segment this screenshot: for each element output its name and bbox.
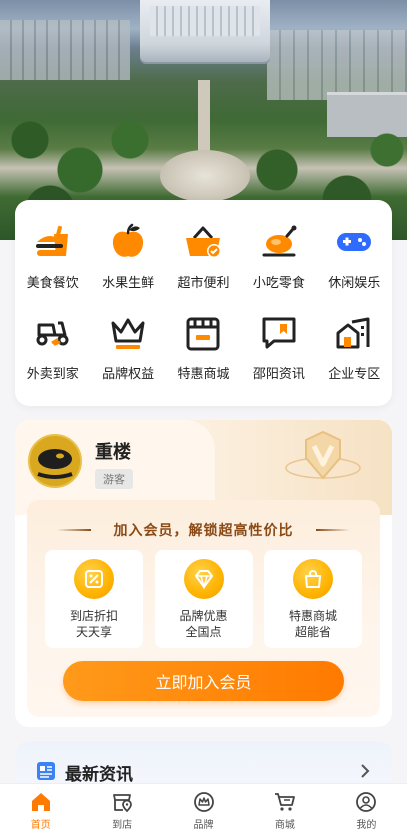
shopping-basket-icon — [183, 222, 223, 262]
category-label: 特惠商城 — [177, 367, 230, 382]
tab-mall[interactable]: 商城 — [244, 784, 325, 831]
perk-list: 到店折扣 天天享 品牌优惠 全国点 特惠商城 超能省 — [45, 550, 362, 648]
category-enterprise[interactable]: 企业专区 — [317, 313, 392, 382]
tab-label: 商城 — [274, 820, 295, 831]
user-name: 重楼 — [95, 442, 131, 463]
category-label: 小吃零食 — [252, 276, 305, 291]
category-grid: 美食餐饮 水果生鲜 超市便利 小吃零食 休闲娱乐 外卖到家 品牌权益 特惠商城 … — [15, 222, 392, 382]
perk-store-discount[interactable]: 到店折扣 天天享 — [45, 550, 143, 648]
category-fruit[interactable]: 水果生鲜 — [90, 222, 165, 291]
member-card: 重楼 游客 加入会员，解锁超高性价比 到店折扣 天天享 品牌优惠 全国点 特惠商… — [15, 420, 392, 727]
crown-icon — [108, 313, 148, 353]
perk-label: 品牌优惠 全国点 — [179, 608, 227, 640]
shopping-bag-icon — [293, 559, 333, 599]
cart-icon — [274, 793, 295, 811]
storefront-icon — [183, 313, 223, 353]
brand-crown-icon — [193, 792, 214, 812]
join-membership-button[interactable]: 立即加入会员 — [63, 661, 344, 701]
category-brand-benefits[interactable]: 品牌权益 — [90, 313, 165, 382]
user-role-badge: 游客 — [95, 469, 133, 489]
perk-title: 特惠商城 — [288, 609, 337, 623]
perk-subtitle: 全国点 — [185, 625, 222, 639]
roast-chicken-icon — [259, 222, 299, 262]
perk-title: 品牌优惠 — [179, 609, 228, 623]
gamepad-icon — [334, 222, 374, 262]
percent-tag-icon — [74, 559, 114, 599]
category-food[interactable]: 美食餐饮 — [15, 222, 90, 291]
delivery-scooter-icon — [33, 313, 73, 353]
category-label: 水果生鲜 — [102, 276, 155, 291]
tab-label: 到店 — [112, 820, 133, 831]
membership-promo-panel: 加入会员，解锁超高性价比 到店折扣 天天享 品牌优惠 全国点 特惠商城 超能省 … — [27, 500, 380, 717]
store-location-icon — [113, 794, 133, 813]
vip-badge-icon — [284, 428, 362, 494]
perk-title: 到店折扣 — [69, 609, 118, 623]
perk-label: 特惠商城 超能省 — [289, 608, 337, 640]
perk-subtitle: 超能省 — [294, 625, 331, 639]
category-label: 外卖到家 — [26, 367, 79, 382]
category-label: 品牌权益 — [102, 367, 155, 382]
tab-brand[interactable]: 品牌 — [163, 784, 244, 831]
category-card: 美食餐饮 水果生鲜 超市便利 小吃零食 休闲娱乐 外卖到家 品牌权益 特惠商城 … — [15, 200, 392, 406]
news-document-icon — [36, 761, 56, 781]
tab-profile[interactable]: 我的 — [326, 784, 407, 831]
category-delivery[interactable]: 外卖到家 — [15, 313, 90, 382]
category-label: 美食餐饮 — [26, 276, 79, 291]
home-icon — [31, 793, 50, 811]
tab-label: 我的 — [356, 820, 377, 831]
banner-buildings-right — [267, 30, 407, 100]
diamond-icon — [183, 559, 224, 599]
category-label: 邵阳资讯 — [252, 367, 305, 382]
category-mall[interactable]: 特惠商城 — [166, 313, 241, 382]
category-label: 超市便利 — [177, 276, 230, 291]
banner-station-building — [140, 0, 270, 62]
category-supermarket[interactable]: 超市便利 — [166, 222, 241, 291]
banner-road — [198, 80, 210, 160]
burger-drink-icon — [33, 222, 73, 262]
tab-store[interactable]: 到店 — [81, 784, 162, 831]
category-label: 休闲娱乐 — [328, 276, 381, 291]
chevron-right-icon[interactable] — [360, 763, 370, 778]
category-entertainment[interactable]: 休闲娱乐 — [317, 222, 392, 291]
apple-icon — [108, 222, 148, 262]
news-section-title: 最新资讯 — [65, 765, 133, 785]
tab-home[interactable]: 首页 — [0, 784, 81, 831]
perk-subtitle: 天天享 — [75, 625, 112, 639]
avatar[interactable] — [28, 434, 82, 488]
tab-label: 首页 — [30, 820, 51, 831]
category-news[interactable]: 邵阳资讯 — [241, 313, 316, 382]
promo-divider-right — [316, 529, 350, 531]
tab-label: 品牌 — [193, 820, 214, 831]
banner-plaza — [160, 150, 250, 202]
building-icon — [334, 313, 374, 353]
message-bookmark-icon — [259, 313, 299, 353]
bottom-tab-bar: 首页 到店 品牌 商城 我的 — [0, 783, 407, 831]
perk-brand-offer[interactable]: 品牌优惠 全国点 — [154, 550, 253, 648]
perk-label: 到店折扣 天天享 — [70, 608, 118, 640]
banner-buildings-left — [0, 20, 130, 80]
perk-mall-savings[interactable]: 特惠商城 超能省 — [264, 550, 362, 648]
user-icon — [356, 792, 377, 812]
category-label: 企业专区 — [328, 367, 381, 382]
category-snacks[interactable]: 小吃零食 — [241, 222, 316, 291]
